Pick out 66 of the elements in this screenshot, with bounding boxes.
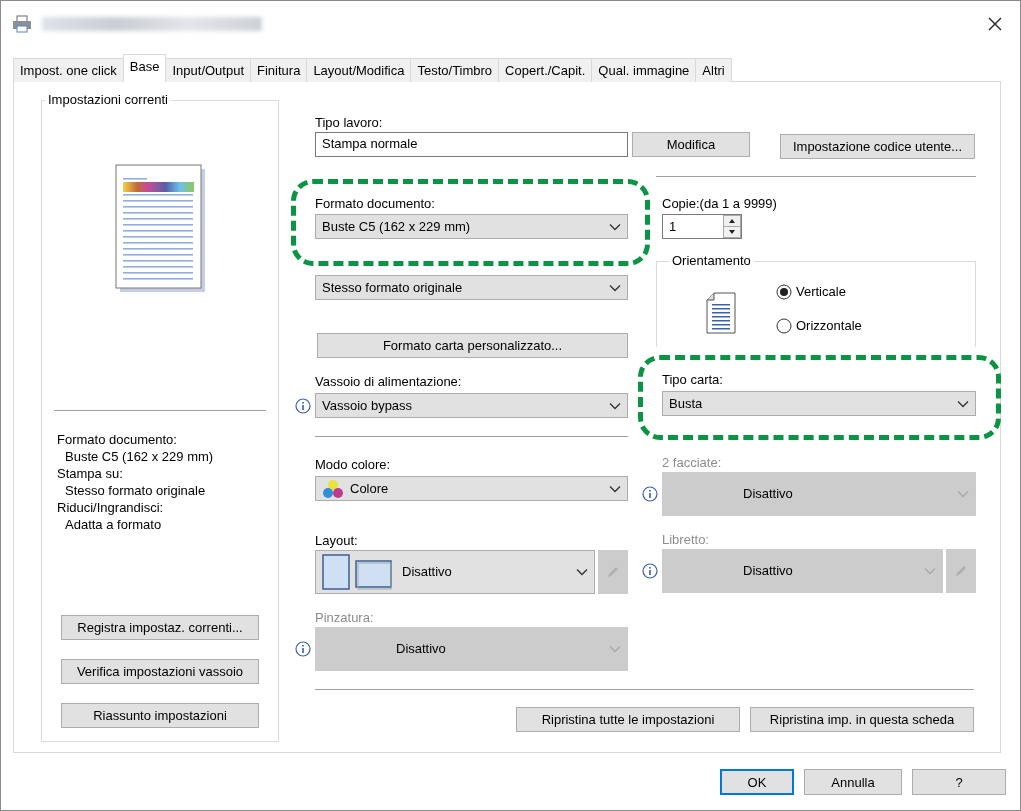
spin-arrows-icon [723,215,741,238]
tab[interactable]: Testo/Timbro [410,58,500,82]
field-label: Copie:(da 1 a 9999) [662,196,778,212]
layout-pages-icon [322,553,394,591]
button[interactable]: Riassunto impostazioni [61,703,259,728]
number-spinner[interactable]: 1 [662,214,742,239]
dropdown[interactable]: Stesso formato originale [315,275,628,300]
field-label: Modo colore: [315,457,392,473]
tab[interactable]: Qual. immagine [591,58,697,82]
button[interactable]: Verifica impostazioni vassoio [61,659,259,684]
field-label: Libretto: [662,532,710,548]
pencil-icon [605,564,621,580]
tab[interactable]: Altri [695,58,732,82]
text-field[interactable]: Stampa normale [315,132,628,157]
tab[interactable]: Copert./Capit. [498,58,593,82]
summary-value: Buste C5 (162 x 229 mm) [64,449,214,466]
field-label: Vassoio di alimentazione: [315,374,463,390]
dropdown[interactable]: Vassoio bypass [315,393,628,418]
chevron-down-icon [924,567,936,575]
dropdown[interactable]: Disattivo [315,550,595,594]
summary-label: Stampa su: [57,466,124,483]
chevron-down-icon [609,222,621,231]
radio-button[interactable] [776,318,792,334]
chevron-down-icon [957,399,969,408]
summary-label: Riduci/Ingrandisci: [57,500,165,517]
button[interactable]: OK [720,769,794,795]
printer-icon [12,15,32,33]
radio-button[interactable] [776,284,792,300]
summary-value: Stesso formato originale [64,483,207,500]
button[interactable]: Impostazione codice utente... [780,134,975,159]
chevron-down-icon [609,484,621,493]
field-label: Tipo lavoro: [315,115,384,131]
chevron-down-icon [576,568,588,576]
chevron-down-icon [609,645,621,653]
field-label: Layout: [315,533,359,549]
close-icon [988,17,1002,31]
field-label: Formato documento: [315,196,436,212]
chevron-down-icon [609,401,621,410]
button[interactable]: Modifica [632,132,750,157]
field-label: 2 facciate: [662,455,723,471]
tab[interactable]: Base [122,54,167,82]
button[interactable]: Annulla [804,769,902,795]
summary-value: Adatta a formato [64,517,163,534]
option-label: Verticale [796,284,846,300]
field-label: Pinzatura: [315,610,375,626]
field-label: Tipo carta: [662,372,724,388]
button[interactable]: Formato carta personalizzato... [317,333,628,358]
tab[interactable]: Input/Output [165,58,252,82]
dropdown[interactable]: Buste C5 (162 x 229 mm) [315,214,628,239]
chevron-down-icon [957,490,969,498]
option-label: Orizzontale [796,318,862,334]
portrait-page-icon [706,292,736,334]
pencil-icon [953,563,969,579]
button[interactable]: Ripristina tutte le impostazioni [516,707,740,732]
chevron-down-icon [609,283,621,292]
button[interactable]: Registra impostaz. correnti... [61,615,259,640]
summary-label: Formato documento: [57,432,178,449]
tab[interactable]: Layout/Modifica [306,58,412,82]
button[interactable]: Ripristina imp. in questa scheda [750,707,974,732]
button[interactable]: ? [912,769,1006,795]
color-balls-icon [322,478,344,499]
dropdown[interactable]: Colore [315,476,628,501]
dropdown[interactable]: Busta [662,391,976,416]
tab[interactable]: Impost. one click [13,58,124,82]
tab[interactable]: Finitura [250,58,308,82]
group-title: Impostazioni correnti [45,92,171,108]
